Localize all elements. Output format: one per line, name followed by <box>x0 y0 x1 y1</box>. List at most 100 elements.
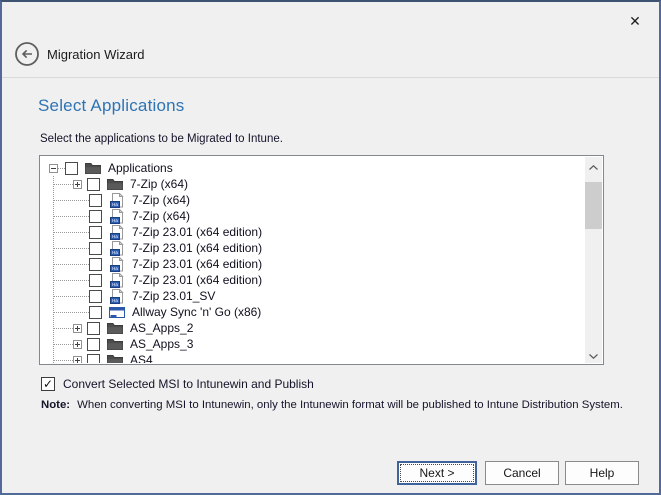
msi-icon: Ha <box>109 209 125 224</box>
vertical-scrollbar[interactable] <box>585 157 602 363</box>
folder-icon <box>107 177 123 192</box>
expand-toggle-icon[interactable] <box>73 324 82 333</box>
tree-item-label: Applications <box>108 161 173 175</box>
tree-row[interactable]: Ha 7-Zip 23.01_SV <box>41 288 585 304</box>
tree-checkbox[interactable] <box>87 178 100 191</box>
msi-icon: Ha <box>109 225 125 240</box>
msi-icon: Ha <box>109 289 125 304</box>
msi-icon: Ha <box>109 257 125 272</box>
tree-connector <box>54 200 89 201</box>
tree-row[interactable]: Ha 7-Zip 23.01 (x64 edition) <box>41 256 585 272</box>
svg-text:Ha: Ha <box>112 202 118 207</box>
tree-item-label: 7-Zip 23.01 (x64 edition) <box>132 241 262 255</box>
tree-item-label: 7-Zip (x64) <box>130 177 188 191</box>
scroll-down-button[interactable] <box>585 346 602 363</box>
tree-connector <box>54 296 89 297</box>
chevron-up-icon <box>589 158 598 173</box>
tree-checkbox[interactable] <box>89 226 102 239</box>
applications-tree: Applications 7-Zip (x64) Ha 7-Zip (x64) Ha 7-… <box>41 157 585 363</box>
tree-connector <box>54 248 89 249</box>
tree-item-label: 7-Zip 23.01 (x64 edition) <box>132 257 262 271</box>
tree-connector <box>54 216 89 217</box>
tree-connector <box>54 344 73 345</box>
note-body: When converting MSI to Intunewin, only t… <box>77 399 623 411</box>
note-text: Note: When converting MSI to Intunewin, o… <box>41 399 623 411</box>
tree-rows: Applications 7-Zip (x64) Ha 7-Zip (x64) Ha 7-… <box>41 160 585 363</box>
page-title: Select Applications <box>38 96 185 116</box>
instruction-text: Select the applications to be Migrated t… <box>40 133 283 145</box>
folder-icon <box>107 337 123 352</box>
tree-row[interactable]: 7-Zip (x64) <box>41 176 585 192</box>
tree-checkbox[interactable] <box>87 322 100 335</box>
tree-row[interactable]: AS_Apps_2 <box>41 320 585 336</box>
folder-icon <box>107 321 123 336</box>
tree-row[interactable]: Ha 7-Zip (x64) <box>41 192 585 208</box>
tree-item-label: 7-Zip 23.01 (x64 edition) <box>132 273 262 287</box>
tree-checkbox[interactable] <box>89 258 102 271</box>
tree-item-label: AS_Apps_2 <box>130 321 193 335</box>
svg-text:Ha: Ha <box>112 234 118 239</box>
msi-icon: Ha <box>109 241 125 256</box>
tree-row[interactable]: Applications <box>41 160 585 176</box>
expand-toggle-icon[interactable] <box>73 180 82 189</box>
tree-connector <box>54 328 73 329</box>
convert-checkbox[interactable]: ✓ <box>41 377 55 391</box>
tree-row[interactable]: Allway Sync 'n' Go (x86) <box>41 304 585 320</box>
expand-toggle-icon[interactable] <box>73 356 82 364</box>
tree-row[interactable]: Ha 7-Zip 23.01 (x64 edition) <box>41 240 585 256</box>
wizard-title: Migration Wizard <box>47 47 145 62</box>
app-icon <box>109 305 125 320</box>
tree-checkbox[interactable] <box>89 194 102 207</box>
chevron-down-icon <box>589 347 598 362</box>
tree-row[interactable]: AS_Apps_3 <box>41 336 585 352</box>
scrollbar-thumb[interactable] <box>585 182 602 229</box>
tree-row[interactable]: AS4 <box>41 352 585 363</box>
expand-toggle-icon[interactable] <box>73 340 82 349</box>
tree-item-label: 7-Zip 23.01_SV <box>132 289 215 303</box>
tree-checkbox[interactable] <box>89 306 102 319</box>
note-label: Note: <box>41 399 70 411</box>
tree-checkbox[interactable] <box>89 242 102 255</box>
tree-item-label: 7-Zip (x64) <box>132 209 190 223</box>
tree-connector <box>54 360 73 361</box>
svg-text:Ha: Ha <box>112 282 118 287</box>
help-button[interactable]: Help <box>565 461 639 485</box>
close-icon[interactable]: ✕ <box>623 10 647 32</box>
scroll-up-button[interactable] <box>585 157 602 174</box>
tree-item-label: Allway Sync 'n' Go (x86) <box>132 305 261 319</box>
msi-icon: Ha <box>109 193 125 208</box>
svg-text:Ha: Ha <box>112 218 118 223</box>
svg-text:Ha: Ha <box>112 266 118 271</box>
tree-item-label: AS_Apps_3 <box>130 337 193 351</box>
back-arrow-icon <box>14 55 40 70</box>
tree-row[interactable]: Ha 7-Zip 23.01 (x64 edition) <box>41 272 585 288</box>
tree-checkbox[interactable] <box>89 210 102 223</box>
cancel-button[interactable]: Cancel <box>485 461 559 485</box>
next-button[interactable]: Next > <box>397 461 477 485</box>
tree-connector <box>54 312 89 313</box>
convert-option-row: ✓ Convert Selected MSI to Intunewin and … <box>41 377 314 391</box>
tree-item-label: AS4 <box>130 353 153 363</box>
tree-row[interactable]: Ha 7-Zip 23.01 (x64 edition) <box>41 224 585 240</box>
folder-icon <box>107 353 123 364</box>
tree-checkbox[interactable] <box>89 274 102 287</box>
tree-item-label: 7-Zip (x64) <box>132 193 190 207</box>
collapse-toggle-icon[interactable] <box>49 164 58 173</box>
tree-connector <box>54 184 73 185</box>
svg-text:Ha: Ha <box>112 298 118 303</box>
tree-checkbox[interactable] <box>87 354 100 364</box>
tree-checkbox[interactable] <box>65 162 78 175</box>
tree-row[interactable]: Ha 7-Zip (x64) <box>41 208 585 224</box>
tree-connector <box>54 264 89 265</box>
svg-text:Ha: Ha <box>112 250 118 255</box>
tree-checkbox[interactable] <box>87 338 100 351</box>
migration-wizard-window: ✕ Migration Wizard Select Applications S… <box>0 0 661 495</box>
tree-item-label: 7-Zip 23.01 (x64 edition) <box>132 225 262 239</box>
applications-tree-listbox: Applications 7-Zip (x64) Ha 7-Zip (x64) Ha 7-… <box>39 155 604 365</box>
tree-connector <box>54 232 89 233</box>
msi-icon: Ha <box>109 273 125 288</box>
tree-checkbox[interactable] <box>89 290 102 303</box>
back-button[interactable] <box>14 41 40 67</box>
folder-icon <box>85 161 101 176</box>
header-divider <box>2 77 659 78</box>
